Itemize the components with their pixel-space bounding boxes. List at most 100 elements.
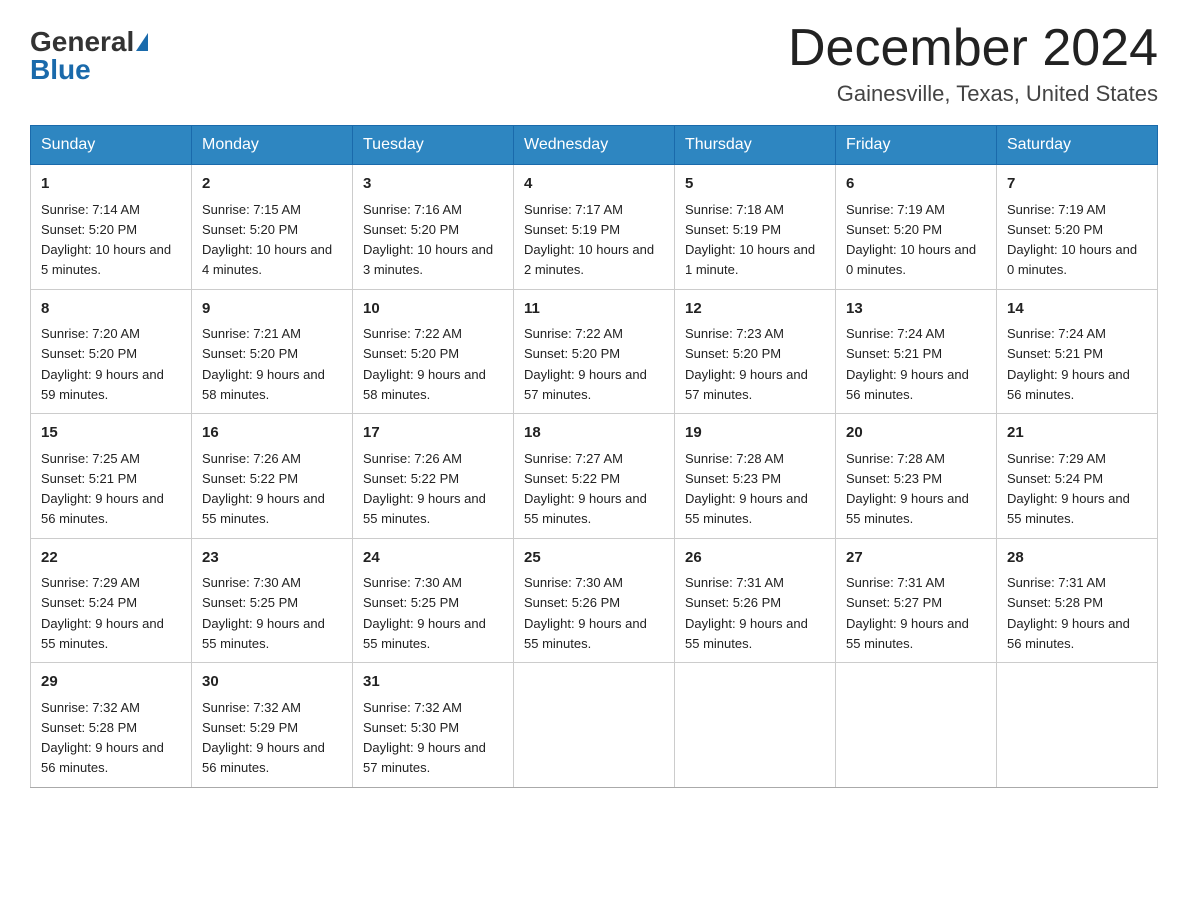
calendar-day-cell	[997, 663, 1158, 788]
location-title: Gainesville, Texas, United States	[788, 81, 1158, 107]
calendar-week-row: 8 Sunrise: 7:20 AMSunset: 5:20 PMDayligh…	[31, 289, 1158, 414]
calendar-day-cell: 17 Sunrise: 7:26 AMSunset: 5:22 PMDaylig…	[353, 414, 514, 539]
day-number: 31	[363, 671, 503, 694]
calendar-day-cell	[514, 663, 675, 788]
calendar-day-cell: 1 Sunrise: 7:14 AMSunset: 5:20 PMDayligh…	[31, 165, 192, 290]
day-number: 4	[524, 173, 664, 196]
calendar-week-row: 22 Sunrise: 7:29 AMSunset: 5:24 PMDaylig…	[31, 538, 1158, 663]
day-number: 23	[202, 547, 342, 570]
calendar-day-cell: 8 Sunrise: 7:20 AMSunset: 5:20 PMDayligh…	[31, 289, 192, 414]
logo-general-text: General	[30, 28, 134, 56]
calendar-day-cell: 2 Sunrise: 7:15 AMSunset: 5:20 PMDayligh…	[192, 165, 353, 290]
calendar-day-cell: 23 Sunrise: 7:30 AMSunset: 5:25 PMDaylig…	[192, 538, 353, 663]
day-info: Sunrise: 7:32 AMSunset: 5:30 PMDaylight:…	[363, 700, 486, 776]
calendar-day-cell: 7 Sunrise: 7:19 AMSunset: 5:20 PMDayligh…	[997, 165, 1158, 290]
day-of-week-header: Wednesday	[514, 126, 675, 165]
logo: General Blue	[30, 20, 148, 84]
day-info: Sunrise: 7:19 AMSunset: 5:20 PMDaylight:…	[1007, 202, 1137, 278]
day-number: 18	[524, 422, 664, 445]
day-of-week-header: Tuesday	[353, 126, 514, 165]
day-number: 21	[1007, 422, 1147, 445]
calendar-day-cell	[836, 663, 997, 788]
calendar-day-cell: 27 Sunrise: 7:31 AMSunset: 5:27 PMDaylig…	[836, 538, 997, 663]
day-info: Sunrise: 7:31 AMSunset: 5:26 PMDaylight:…	[685, 575, 808, 651]
calendar-day-cell: 22 Sunrise: 7:29 AMSunset: 5:24 PMDaylig…	[31, 538, 192, 663]
logo-triangle-icon	[136, 33, 148, 51]
day-number: 24	[363, 547, 503, 570]
day-number: 17	[363, 422, 503, 445]
day-number: 13	[846, 298, 986, 321]
day-info: Sunrise: 7:16 AMSunset: 5:20 PMDaylight:…	[363, 202, 493, 278]
day-info: Sunrise: 7:32 AMSunset: 5:28 PMDaylight:…	[41, 700, 164, 776]
calendar-day-cell: 28 Sunrise: 7:31 AMSunset: 5:28 PMDaylig…	[997, 538, 1158, 663]
calendar-day-cell: 15 Sunrise: 7:25 AMSunset: 5:21 PMDaylig…	[31, 414, 192, 539]
calendar-week-row: 1 Sunrise: 7:14 AMSunset: 5:20 PMDayligh…	[31, 165, 1158, 290]
day-number: 10	[363, 298, 503, 321]
calendar-day-cell: 5 Sunrise: 7:18 AMSunset: 5:19 PMDayligh…	[675, 165, 836, 290]
day-info: Sunrise: 7:30 AMSunset: 5:26 PMDaylight:…	[524, 575, 647, 651]
day-info: Sunrise: 7:19 AMSunset: 5:20 PMDaylight:…	[846, 202, 976, 278]
day-info: Sunrise: 7:32 AMSunset: 5:29 PMDaylight:…	[202, 700, 325, 776]
day-info: Sunrise: 7:21 AMSunset: 5:20 PMDaylight:…	[202, 326, 325, 402]
day-number: 3	[363, 173, 503, 196]
calendar-day-cell: 26 Sunrise: 7:31 AMSunset: 5:26 PMDaylig…	[675, 538, 836, 663]
day-info: Sunrise: 7:30 AMSunset: 5:25 PMDaylight:…	[363, 575, 486, 651]
day-info: Sunrise: 7:22 AMSunset: 5:20 PMDaylight:…	[524, 326, 647, 402]
calendar-day-cell: 9 Sunrise: 7:21 AMSunset: 5:20 PMDayligh…	[192, 289, 353, 414]
calendar-day-cell: 20 Sunrise: 7:28 AMSunset: 5:23 PMDaylig…	[836, 414, 997, 539]
logo-blue-text: Blue	[30, 56, 91, 84]
day-of-week-header: Saturday	[997, 126, 1158, 165]
calendar-day-cell: 18 Sunrise: 7:27 AMSunset: 5:22 PMDaylig…	[514, 414, 675, 539]
day-info: Sunrise: 7:22 AMSunset: 5:20 PMDaylight:…	[363, 326, 486, 402]
calendar-day-cell: 21 Sunrise: 7:29 AMSunset: 5:24 PMDaylig…	[997, 414, 1158, 539]
calendar-day-cell: 10 Sunrise: 7:22 AMSunset: 5:20 PMDaylig…	[353, 289, 514, 414]
day-number: 14	[1007, 298, 1147, 321]
day-number: 25	[524, 547, 664, 570]
day-number: 26	[685, 547, 825, 570]
day-number: 5	[685, 173, 825, 196]
calendar-day-cell: 19 Sunrise: 7:28 AMSunset: 5:23 PMDaylig…	[675, 414, 836, 539]
title-area: December 2024 Gainesville, Texas, United…	[788, 20, 1158, 107]
day-info: Sunrise: 7:26 AMSunset: 5:22 PMDaylight:…	[202, 451, 325, 527]
day-info: Sunrise: 7:27 AMSunset: 5:22 PMDaylight:…	[524, 451, 647, 527]
day-number: 29	[41, 671, 181, 694]
day-number: 9	[202, 298, 342, 321]
day-info: Sunrise: 7:30 AMSunset: 5:25 PMDaylight:…	[202, 575, 325, 651]
day-info: Sunrise: 7:14 AMSunset: 5:20 PMDaylight:…	[41, 202, 171, 278]
calendar-week-row: 15 Sunrise: 7:25 AMSunset: 5:21 PMDaylig…	[31, 414, 1158, 539]
day-of-week-header: Sunday	[31, 126, 192, 165]
day-info: Sunrise: 7:28 AMSunset: 5:23 PMDaylight:…	[685, 451, 808, 527]
calendar-day-cell: 6 Sunrise: 7:19 AMSunset: 5:20 PMDayligh…	[836, 165, 997, 290]
calendar-day-cell: 12 Sunrise: 7:23 AMSunset: 5:20 PMDaylig…	[675, 289, 836, 414]
month-title: December 2024	[788, 20, 1158, 77]
calendar-day-cell: 29 Sunrise: 7:32 AMSunset: 5:28 PMDaylig…	[31, 663, 192, 788]
days-of-week-row: SundayMondayTuesdayWednesdayThursdayFrid…	[31, 126, 1158, 165]
calendar-day-cell: 11 Sunrise: 7:22 AMSunset: 5:20 PMDaylig…	[514, 289, 675, 414]
day-number: 6	[846, 173, 986, 196]
day-number: 30	[202, 671, 342, 694]
day-info: Sunrise: 7:29 AMSunset: 5:24 PMDaylight:…	[41, 575, 164, 651]
calendar-week-row: 29 Sunrise: 7:32 AMSunset: 5:28 PMDaylig…	[31, 663, 1158, 788]
day-info: Sunrise: 7:15 AMSunset: 5:20 PMDaylight:…	[202, 202, 332, 278]
header: General Blue December 2024 Gainesville, …	[30, 20, 1158, 107]
day-info: Sunrise: 7:25 AMSunset: 5:21 PMDaylight:…	[41, 451, 164, 527]
day-number: 19	[685, 422, 825, 445]
day-info: Sunrise: 7:18 AMSunset: 5:19 PMDaylight:…	[685, 202, 815, 278]
calendar-day-cell: 4 Sunrise: 7:17 AMSunset: 5:19 PMDayligh…	[514, 165, 675, 290]
day-info: Sunrise: 7:31 AMSunset: 5:27 PMDaylight:…	[846, 575, 969, 651]
day-number: 28	[1007, 547, 1147, 570]
day-info: Sunrise: 7:24 AMSunset: 5:21 PMDaylight:…	[846, 326, 969, 402]
calendar-day-cell: 25 Sunrise: 7:30 AMSunset: 5:26 PMDaylig…	[514, 538, 675, 663]
calendar-day-cell: 13 Sunrise: 7:24 AMSunset: 5:21 PMDaylig…	[836, 289, 997, 414]
calendar-day-cell: 14 Sunrise: 7:24 AMSunset: 5:21 PMDaylig…	[997, 289, 1158, 414]
day-number: 20	[846, 422, 986, 445]
day-of-week-header: Friday	[836, 126, 997, 165]
calendar-day-cell: 30 Sunrise: 7:32 AMSunset: 5:29 PMDaylig…	[192, 663, 353, 788]
day-number: 2	[202, 173, 342, 196]
calendar-table: SundayMondayTuesdayWednesdayThursdayFrid…	[30, 125, 1158, 788]
day-info: Sunrise: 7:26 AMSunset: 5:22 PMDaylight:…	[363, 451, 486, 527]
day-number: 15	[41, 422, 181, 445]
calendar-day-cell: 24 Sunrise: 7:30 AMSunset: 5:25 PMDaylig…	[353, 538, 514, 663]
day-info: Sunrise: 7:31 AMSunset: 5:28 PMDaylight:…	[1007, 575, 1130, 651]
day-number: 16	[202, 422, 342, 445]
